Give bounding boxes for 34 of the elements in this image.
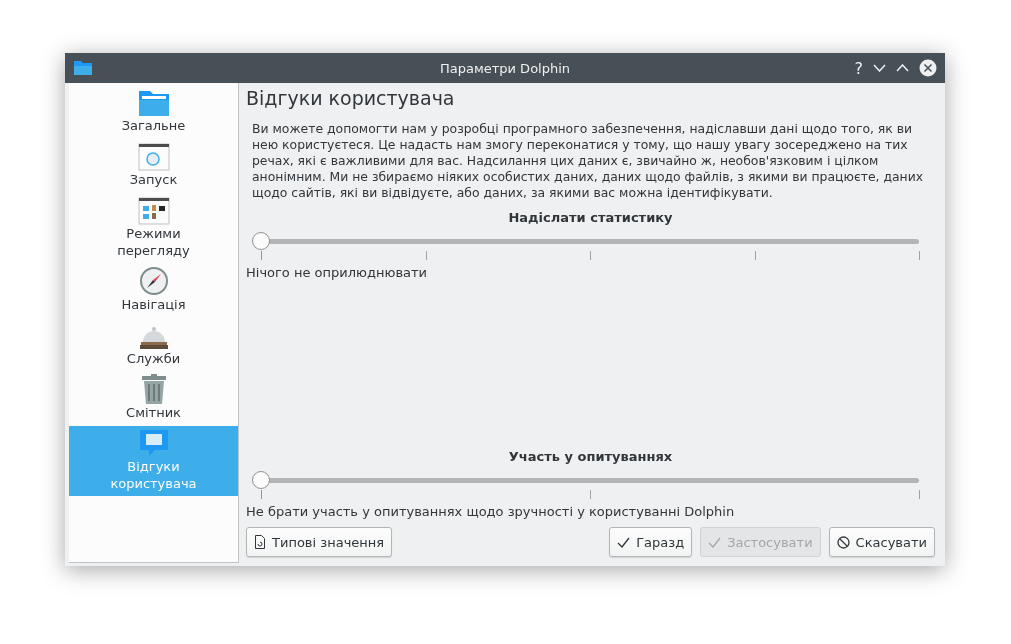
slider-handle[interactable] <box>252 232 270 250</box>
description-text: Ви можете допомогти нам у розробці програмного забезпечення, надіславши дані щодо того, як ви нею користуєтеся. Це надасть нам змогу переконатися у тому, що нашу увагу зосереджено на тих речах, які є важливими для вас. Надсилання цих даних є, звичайно ж, необов'язковим і цілком анонімним. Ми не збираємо ніяких особистих даних, даних щодо файлів, з якими ви працюєте, даних щодо сайтів, які ви відвідуєте, або даних, за якими вас можна ідентифікувати. <box>252 121 925 201</box>
dialog-button[interactable]: Типові значення <box>246 527 393 557</box>
sidebar-item[interactable]: Служби <box>69 318 238 372</box>
sidebar-item[interactable]: Смітник <box>69 372 238 426</box>
check-icon <box>708 536 722 548</box>
maximize-icon[interactable] <box>896 64 909 72</box>
slider-label: Надіслати статистику <box>507 209 674 227</box>
dialog-button[interactable]: Скасувати <box>828 527 935 557</box>
compass-icon <box>138 266 169 296</box>
slider-handle[interactable] <box>252 471 270 489</box>
window-title: Параметри Dolphin <box>439 60 571 76</box>
slider-caption: Не брати участь у опитуваннях щодо зручності у користуванні Dolphin <box>246 504 736 519</box>
page-title: Відгуки користувача <box>246 86 456 111</box>
slider-caption: Нічого не оприлюднювати <box>246 265 429 280</box>
help-button[interactable]: ? <box>854 58 863 78</box>
cancel-icon <box>836 535 850 549</box>
slider-label: Участь у опитуваннях <box>507 448 674 466</box>
sidebar-item[interactable]: Режими перегляду <box>69 193 238 264</box>
check-icon <box>617 536 631 548</box>
bell-icon <box>137 324 170 350</box>
minimize-icon[interactable] <box>873 64 886 72</box>
sidebar-item[interactable]: Навігація <box>69 264 238 318</box>
sidebar-item[interactable]: Запуск <box>69 139 238 193</box>
dialog-button[interactable]: Гаразд <box>609 527 693 557</box>
folder-icon <box>73 60 93 76</box>
window-grid-icon <box>137 197 170 225</box>
window-icon <box>137 143 170 171</box>
document-icon <box>254 535 266 549</box>
trash-icon <box>140 374 167 404</box>
sidebar-item[interactable]: Загальне <box>69 85 238 139</box>
folder-icon <box>137 89 170 117</box>
close-icon[interactable] <box>919 59 937 77</box>
speech-bubble-icon <box>138 428 169 458</box>
